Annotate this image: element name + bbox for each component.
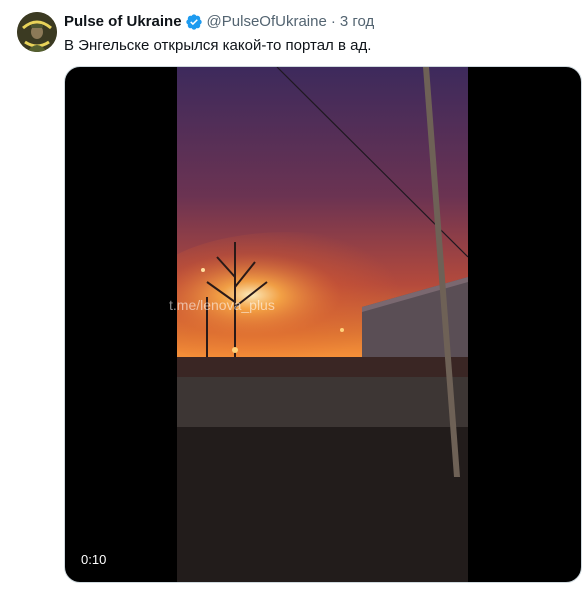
avatar[interactable] (17, 12, 57, 52)
video-duration-badge: 0:10 (81, 552, 107, 567)
video-thumbnail (177, 67, 468, 582)
video-frame[interactable] (177, 67, 468, 582)
soldier-portrait-avatar-icon (17, 12, 57, 52)
display-name[interactable]: Pulse of Ukraine (64, 12, 182, 32)
verified-badge-icon (185, 13, 203, 31)
user-handle[interactable]: @PulseOfUkraine (207, 12, 327, 32)
tweet-card[interactable]: Pulse of Ukraine @PulseOfUkraine · 3 год… (0, 0, 584, 590)
video-player[interactable]: t.me/lenova_plus 0:10 (64, 66, 582, 583)
tweet-text: В Энгельске открылся какой-то портал в а… (64, 37, 372, 54)
separator-dot: · (330, 13, 336, 30)
tweet-timestamp[interactable]: 3 год (340, 12, 374, 32)
tweet-header: Pulse of Ukraine @PulseOfUkraine · 3 год (64, 12, 374, 32)
